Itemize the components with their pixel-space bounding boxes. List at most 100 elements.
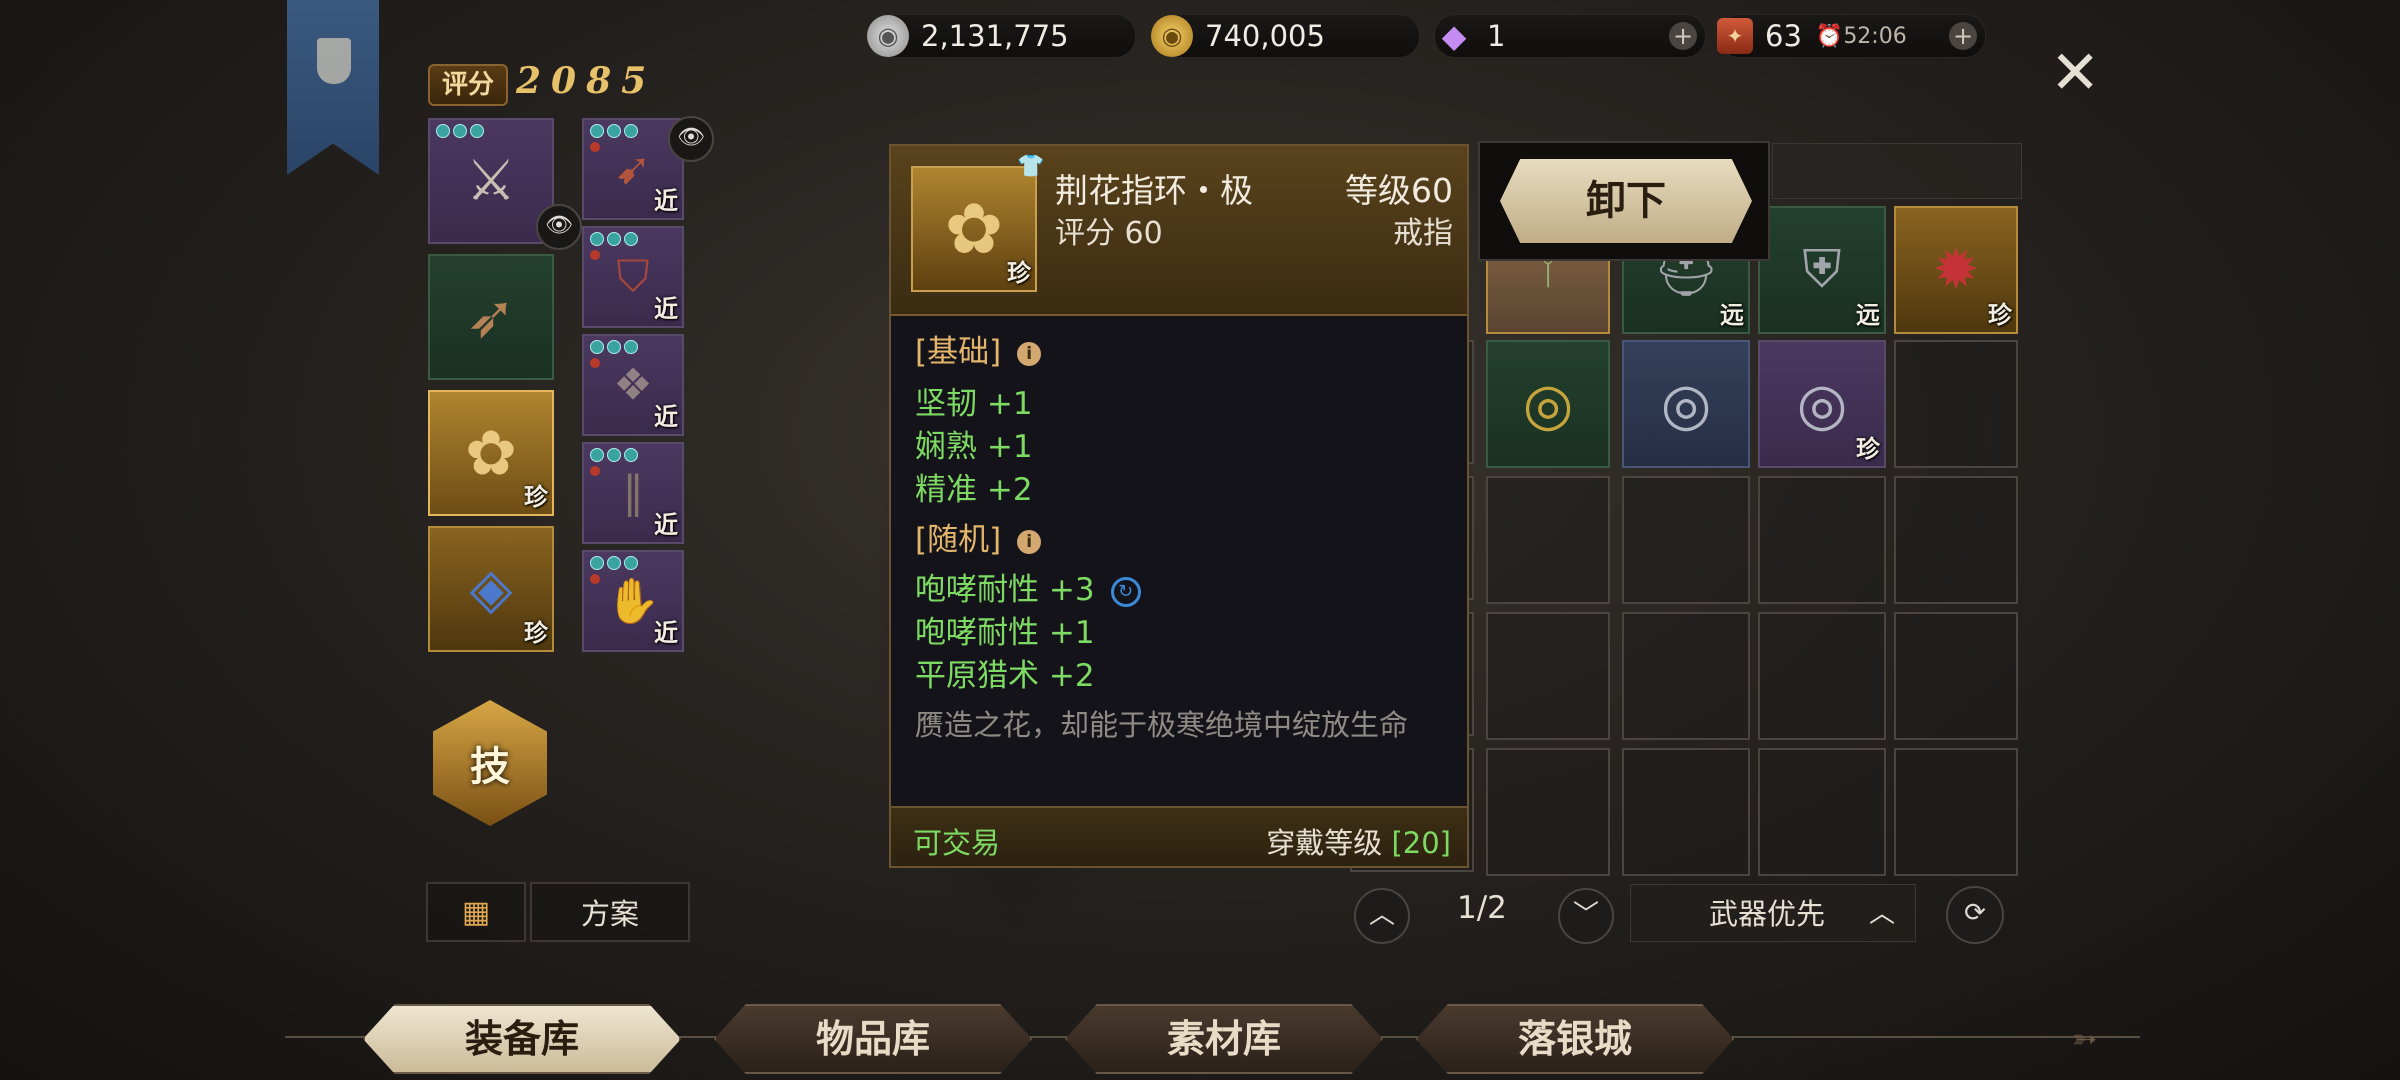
add-diamond-button[interactable]: + [1669,22,1697,50]
page-down-button[interactable]: ﹀ [1558,888,1614,944]
armor-slot-legs[interactable]: ∥ 近 [582,442,684,544]
inventory-slot[interactable] [1622,612,1750,740]
silver-currency: ◉ 2,131,775 [867,14,1136,58]
inventory-slot[interactable] [1758,612,1886,740]
info-icon[interactable]: i [1017,529,1042,554]
tab-equipment[interactable]: 装备库 [363,1004,681,1074]
basic-stat: 坚韧 +1 [915,386,1033,422]
rare-tag: 珍 [1007,259,1031,287]
sort-dropdown[interactable]: 武器优先 ︿ [1630,884,1916,942]
inventory-slot-armor[interactable]: ⛨ 远 [1758,206,1886,334]
melee-tag: 近 [654,619,678,647]
inventory-slot[interactable] [1894,748,2018,876]
visibility-toggle-icon[interactable]: 👁 [668,116,714,162]
amulet-slot[interactable]: ◈ 珍 [428,526,554,652]
add-stamina-button[interactable]: + [1949,22,1977,50]
gauntlet-icon: ✋ [605,576,661,627]
spear-icon: ➶ [465,282,517,352]
melee-tag: 近 [654,295,678,323]
blue-gem-amulet-icon: ◈ [469,556,513,622]
diamond-icon: ◆ [1441,17,1467,55]
ranged-tag: 远 [1720,301,1744,329]
inventory-slot-ruby-amulet[interactable]: ✹ 珍 [1894,206,2018,334]
inventory-slot[interactable] [1894,340,2018,468]
chevron-up-icon: ︿ [1868,899,1895,929]
inventory-slot[interactable] [1894,476,2018,604]
alarm-clock-icon: ⏰ [1815,23,1844,49]
sapphire-silver-ring-icon: ◎ [1660,370,1712,438]
close-icon[interactable]: ✕ [2050,38,2100,108]
gold-coin-icon: ◉ [1151,15,1193,57]
weapon-slot-spear[interactable]: ➶ [428,254,554,380]
reroll-icon[interactable]: ↻ [1110,576,1141,607]
inventory-slot[interactable] [1894,612,2018,740]
unequip-panel: 卸下 [1478,141,1770,261]
stamina-currency: ✦ 63 ⏰ 52:06 + [1717,14,1986,58]
armor-slot-boots[interactable]: ✋ 近 [582,550,684,652]
chevron-down-icon: ﹀ [1572,900,1599,930]
tab-luoyin-city[interactable]: 落银城 [1416,1004,1734,1074]
guild-banner[interactable] [287,0,379,175]
inventory-slot-silver-ring[interactable]: ◎ [1622,340,1750,468]
flower-ring-icon: ✿ [944,188,1004,270]
silver-amount: 2,131,775 [921,19,1069,53]
inventory-slot-gold-ring[interactable]: ◎ [1486,340,1610,468]
tooltip-header: ✿ 珍 👕 荆花指环・极 等级60 评分 60 戒指 [891,146,1467,316]
gold-amount: 740,005 [1205,19,1325,53]
basic-stat: 精准 +2 [915,472,1033,508]
item-type: 戒指 [1393,216,1453,251]
skill-button-label: 技 [470,744,510,790]
inventory-slot[interactable] [1486,612,1610,740]
bow-icon: ➹ [614,143,652,195]
arrow-ornament-icon: ➳ [2072,1022,2098,1057]
plan-button[interactable]: 方案 [530,882,690,942]
diamond-amount: 1 [1487,19,1506,53]
item-score: 评分 60 [1055,216,1163,251]
tradable-label: 可交易 [913,826,1001,860]
inventory-slot[interactable] [1622,748,1750,876]
armor-icon: ⛨ [1802,239,1842,300]
inventory-header-strip [1772,143,2022,199]
visibility-toggle-icon[interactable]: 👁 [536,204,582,250]
inventory-slot[interactable] [1758,476,1886,604]
refresh-icon: ⟳ [1964,898,1986,928]
armor-slot-chest[interactable]: ⛉ 近 [582,226,684,328]
tab-materials[interactable]: 素材库 [1065,1004,1383,1074]
sapphire-gold-ring-icon: ◎ [1522,370,1574,438]
stamina-timer: 52:06 [1843,23,1907,49]
cape-icon: ❖ [613,359,653,411]
rare-tag: 珍 [1856,435,1880,463]
wear-level: 穿戴等级 [20] [1266,826,1451,860]
inventory-slot[interactable] [1486,476,1610,604]
page-up-button[interactable]: ︿ [1354,888,1410,944]
score-label: 评分 [428,64,508,106]
crossed-swords-icon: ⚔ [465,148,517,214]
item-level: 等级60 [1345,171,1453,210]
refresh-button[interactable]: ⟳ [1946,886,2004,944]
stamina-ticket-icon: ✦ [1717,18,1753,54]
rare-tag: 珍 [524,483,548,511]
sort-label: 武器优先 [1709,897,1826,931]
item-tooltip: ✿ 珍 👕 荆花指环・极 等级60 评分 60 戒指 [基础] i 坚韧 +1 娴… [889,144,1469,868]
tooltip-item-icon: ✿ 珍 [911,166,1037,292]
inventory-slot-silver-ring-rare[interactable]: ◎ 珍 [1758,340,1886,468]
inventory-slot[interactable] [1758,748,1886,876]
inventory-slot[interactable] [1622,476,1750,604]
melee-tag: 近 [654,187,678,215]
skill-button[interactable]: 技 [433,700,547,826]
melee-tag: 近 [654,511,678,539]
tab-items[interactable]: 物品库 [714,1004,1032,1074]
unequip-button[interactable]: 卸下 [1500,159,1752,243]
random-section-title: [随机] i [915,514,1042,559]
diamond-currency: ◆ 1 + [1434,14,1706,58]
shield-icon [317,38,351,84]
inventory-slot[interactable] [1486,748,1610,876]
armor-slot-shoulder[interactable]: ❖ 近 [582,334,684,436]
grid-view-button[interactable]: ▦ [426,882,526,942]
ring-slot-selected[interactable]: ✿ 珍 [428,390,554,516]
ruby-amulet-icon: ✹ [1932,237,1980,303]
gold-currency: ◉ 740,005 [1151,14,1420,58]
info-icon[interactable]: i [1017,341,1042,366]
melee-tag: 近 [654,403,678,431]
score-value: 2085 [516,60,657,102]
